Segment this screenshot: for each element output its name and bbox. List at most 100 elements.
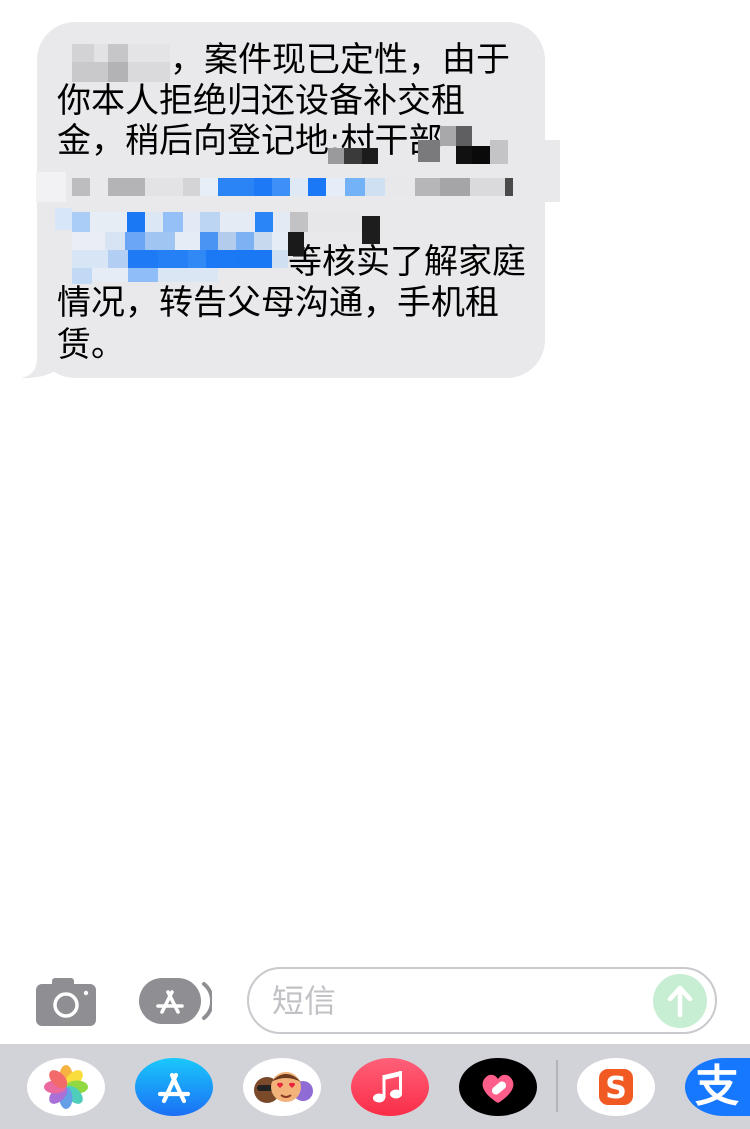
mosaic-cell [55, 208, 72, 230]
camera-icon [36, 978, 96, 1026]
mosaic-cell [108, 62, 128, 82]
mosaic-cell [72, 250, 108, 268]
mosaic-cell [273, 212, 290, 232]
mosaic-cell [490, 140, 508, 164]
app-store-icon [157, 1072, 191, 1104]
mosaic-cell [456, 146, 472, 164]
mosaic-cell [505, 178, 513, 196]
mosaic-cell [158, 250, 188, 268]
mosaic-cell [508, 140, 560, 202]
mosaic-cell [456, 126, 472, 146]
sogou-icon: S [599, 1069, 633, 1106]
mosaic-cell [92, 268, 128, 282]
mosaic-cell [290, 178, 308, 196]
mosaic-cell [272, 232, 288, 250]
mosaic-cell [145, 232, 175, 250]
memoji-app-button[interactable] [243, 1058, 321, 1116]
mosaic-cell [255, 212, 273, 232]
music-icon [373, 1071, 402, 1103]
alipay-icon: 支 [695, 1061, 739, 1112]
mosaic-cell [472, 146, 490, 164]
mosaic-cell [175, 232, 200, 250]
mosaic-cell [108, 250, 128, 268]
mosaic-cell [128, 44, 170, 62]
mosaic-cell [308, 178, 326, 196]
mosaic-cell [94, 44, 108, 62]
mosaic-cell [470, 178, 505, 196]
mosaic-cell [220, 212, 255, 232]
mosaic-cell [200, 178, 218, 196]
mosaic-cell [145, 178, 183, 196]
mosaic-cell [188, 250, 206, 268]
mosaic-cell [128, 268, 158, 282]
mosaic-cell [344, 148, 362, 164]
mosaic-cell [127, 212, 145, 232]
app-store-button[interactable] [139, 978, 215, 1024]
mosaic-cell [440, 126, 456, 146]
mosaic-cell [206, 250, 236, 268]
svg-text:S: S [605, 1071, 627, 1106]
mosaic-cell [272, 178, 290, 196]
mosaic-cell [328, 148, 344, 164]
mosaic-cell [72, 178, 90, 196]
mosaic-cell [183, 212, 200, 232]
drawer-divider [556, 1060, 558, 1112]
mosaic-cell [218, 178, 254, 196]
photos-app-button[interactable] [27, 1058, 105, 1116]
mosaic-cell [72, 62, 108, 82]
mosaic-cell [362, 216, 380, 244]
photos-icon [44, 1065, 88, 1109]
mosaic-cell [105, 232, 125, 250]
mosaic-cell [326, 178, 345, 196]
music-app-button[interactable] [351, 1058, 429, 1116]
mosaic-cell [415, 178, 440, 196]
mosaic-cell [200, 212, 220, 232]
app-store-app-button[interactable] [135, 1058, 213, 1116]
mosaic-cell [72, 212, 90, 232]
mosaic-cell [290, 212, 308, 232]
redaction-mosaic [0, 0, 750, 420]
mosaic-cell [272, 250, 288, 268]
mosaic-cell [254, 232, 272, 250]
messages-screen: ，案件现已定性，由于 你本人拒绝归还设备补交租 金，稍后向登记地:村干部 等核实… [0, 0, 750, 1129]
mosaic-cell [128, 250, 158, 268]
mosaic-cell [308, 212, 362, 232]
mosaic-cell [200, 232, 218, 250]
mosaic-cell [418, 140, 440, 162]
mosaic-cell [218, 232, 236, 250]
mosaic-cell [288, 232, 304, 256]
message-input-field[interactable] [247, 967, 717, 1034]
mosaic-cell [236, 250, 272, 268]
mosaic-cell [158, 268, 218, 282]
mosaic-cell [254, 178, 272, 196]
send-button[interactable] [653, 974, 707, 1028]
mosaic-cell [72, 232, 105, 250]
mosaic-cell [72, 44, 94, 62]
mosaic-cell [108, 178, 145, 196]
mosaic-cell [183, 178, 200, 196]
mosaic-cell [145, 212, 163, 232]
mosaic-cell [385, 178, 415, 196]
mosaic-cell [236, 232, 254, 250]
mosaic-cell [365, 178, 385, 196]
arrow-up-icon [667, 985, 693, 1018]
app-drawer: S 支 [0, 1044, 750, 1129]
message-input[interactable] [272, 969, 642, 1032]
mosaic-cell [345, 178, 365, 196]
mosaic-cell [90, 212, 127, 232]
app-store-icon [139, 978, 215, 1024]
mosaic-cell [108, 44, 128, 62]
sogou-app-button[interactable]: S [577, 1058, 655, 1116]
memoji-icon [254, 1072, 313, 1103]
mosaic-cell [128, 62, 170, 82]
camera-button[interactable] [36, 976, 96, 1026]
heart-bandage-icon [482, 1074, 514, 1103]
mosaic-cell [36, 172, 66, 202]
heart-app-button[interactable] [459, 1058, 537, 1116]
mosaic-cell [72, 268, 92, 284]
message-thread: ，案件现已定性，由于 你本人拒绝归还设备补交租 金，稍后向登记地:村干部 等核实… [0, 0, 750, 420]
alipay-app-button[interactable]: 支 [685, 1058, 750, 1116]
mosaic-cell [125, 232, 145, 250]
mosaic-cell [362, 148, 378, 164]
mosaic-cell [440, 178, 470, 196]
